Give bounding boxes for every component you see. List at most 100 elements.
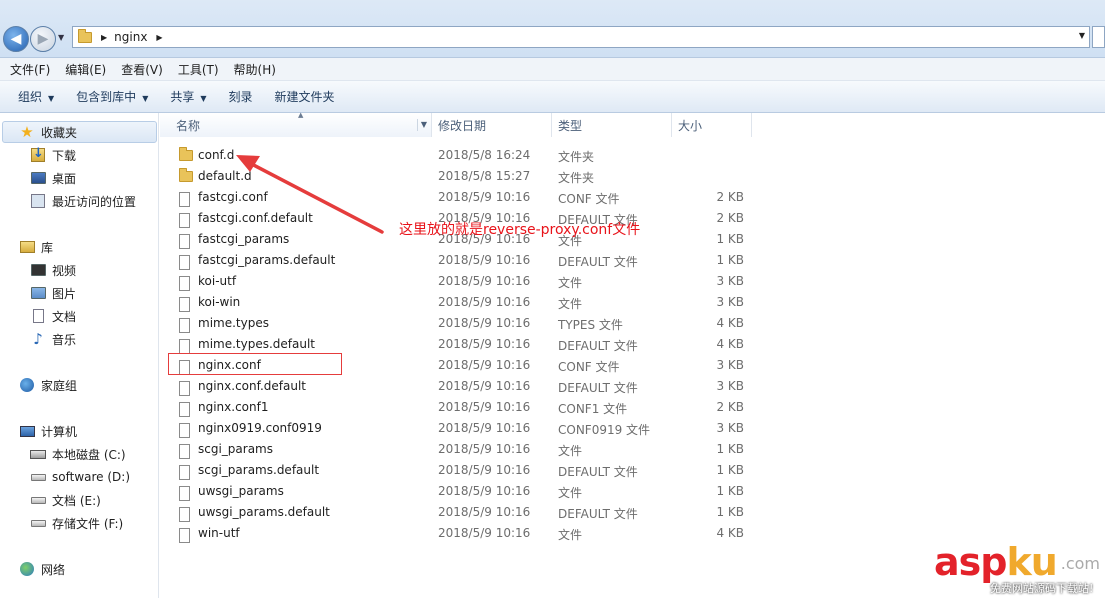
file-name: mime.types.default xyxy=(198,337,316,351)
organize-label: 组织 xyxy=(18,90,43,104)
file-date: 2018/5/9 10:16 xyxy=(438,442,531,456)
sidebar-item-network[interactable]: 网络 xyxy=(19,559,65,579)
file-row[interactable]: nginx0919.conf0919 2018/5/9 10:16 CONF0919… xyxy=(160,418,760,439)
file-row[interactable]: mime.types.default 2018/5/9 10:16 DEFAULT … xyxy=(160,334,760,355)
file-row[interactable]: fastcgi_params.default 2018/5/9 10:16 DEFA… xyxy=(160,250,760,271)
file-name: uwsgi_params.default xyxy=(198,505,330,519)
file-size: 4 KB xyxy=(716,316,744,330)
sidebar-item-libraries[interactable]: 库 xyxy=(19,237,53,257)
file-icon xyxy=(179,234,190,249)
file-row[interactable]: nginx.conf.default 2018/5/9 10:16 DEFAULT … xyxy=(160,376,760,397)
address-bar-edge xyxy=(1092,26,1105,48)
sidebar-item-drive-c[interactable]: 本地磁盘 (C:) xyxy=(30,444,126,464)
file-row[interactable]: uwsgi_params 2018/5/9 10:16 文件 1 KB xyxy=(160,481,760,502)
breadcrumb-chevron-icon[interactable]: ▶ xyxy=(156,33,162,42)
forward-button[interactable]: ▶ xyxy=(30,26,56,52)
file-row[interactable]: koi-utf 2018/5/9 10:16 文件 3 KB xyxy=(160,271,760,292)
sidebar-item-label: 存储文件 (F:) xyxy=(52,516,124,531)
file-icon xyxy=(179,339,190,354)
file-row[interactable]: win-utf 2018/5/9 10:16 文件 4 KB xyxy=(160,523,760,544)
file-row[interactable]: uwsgi_params.default 2018/5/9 10:16 DEFAUL… xyxy=(160,502,760,523)
sidebar-item-documents[interactable]: 文档 xyxy=(30,306,76,326)
file-type: 文件 xyxy=(558,276,583,290)
file-date: 2018/5/9 10:16 xyxy=(438,526,531,540)
sidebar-item-downloads[interactable]: 下载 xyxy=(30,145,76,165)
chevron-down-icon: ▼ xyxy=(200,94,207,103)
sidebar-item-label: 图片 xyxy=(52,286,77,301)
column-header-name[interactable]: ▲ 名称 ▼ xyxy=(160,111,432,137)
chevron-down-icon: ▼ xyxy=(142,94,149,103)
file-size: 1 KB xyxy=(716,505,744,519)
file-row[interactable]: koi-win 2018/5/9 10:16 文件 3 KB xyxy=(160,292,760,313)
column-filter-dropdown-icon[interactable]: ▼ xyxy=(416,119,427,131)
sidebar-item-drive-f[interactable]: 存储文件 (F:) xyxy=(30,513,123,533)
file-size: 1 KB xyxy=(716,232,744,246)
column-header-row: ▲ 名称 ▼ 修改日期 类型 大小 xyxy=(160,111,752,137)
file-size: 1 KB xyxy=(716,484,744,498)
file-row[interactable]: mime.types 2018/5/9 10:16 TYPES 文件 4 KB xyxy=(160,313,760,334)
file-date: 2018/5/9 10:16 xyxy=(438,253,531,267)
sidebar-item-videos[interactable]: 视频 xyxy=(30,260,76,280)
new-folder-button[interactable]: 新建文件夹 xyxy=(275,88,335,105)
sidebar-item-label: 桌面 xyxy=(52,171,77,186)
picture-icon xyxy=(30,287,46,299)
watermark-logo-asp: asp xyxy=(934,540,1007,584)
sort-ascending-icon: ▲ xyxy=(298,111,304,119)
sidebar-item-drive-e[interactable]: 文档 (E:) xyxy=(30,490,101,510)
sidebar-item-label: 最近访问的位置 xyxy=(52,194,137,209)
file-date: 2018/5/9 10:16 xyxy=(438,337,531,351)
file-size: 2 KB xyxy=(716,211,744,225)
column-header-date[interactable]: 修改日期 xyxy=(432,113,552,137)
organize-button[interactable]: 组织 ▼ xyxy=(18,88,54,105)
file-date: 2018/5/8 16:24 xyxy=(438,148,531,162)
column-header-size[interactable]: 大小 xyxy=(672,113,752,137)
navigation-pane: ★ 收藏夹 下载 桌面 最近访问的位置 库 视频 图片 文档 ♪ 音乐 家庭组 … xyxy=(0,113,159,598)
sidebar-item-recent-places[interactable]: 最近访问的位置 xyxy=(30,191,136,211)
breadcrumb-nginx[interactable]: nginx xyxy=(114,30,147,44)
burn-button[interactable]: 刻录 xyxy=(229,88,253,105)
sidebar-item-homegroup[interactable]: 家庭组 xyxy=(19,375,77,395)
menu-edit[interactable]: 编辑(E) xyxy=(65,61,106,78)
sidebar-item-pictures[interactable]: 图片 xyxy=(30,283,76,303)
address-path-box[interactable]: ▶ nginx ▶ ▼ xyxy=(72,26,1090,48)
address-history-dropdown-icon[interactable]: ▼ xyxy=(1079,31,1085,40)
menu-help[interactable]: 帮助(H) xyxy=(234,61,276,78)
drive-icon xyxy=(30,519,46,527)
desktop-icon xyxy=(30,172,46,184)
share-label: 共享 xyxy=(170,90,195,104)
sidebar-item-drive-d[interactable]: software (D:) xyxy=(30,467,130,487)
breadcrumb-chevron-icon[interactable]: ▶ xyxy=(101,33,107,42)
back-arrow-icon: ◀ xyxy=(10,31,22,47)
menu-file[interactable]: 文件(F) xyxy=(10,61,50,78)
sidebar-item-favorites[interactable]: ★ 收藏夹 xyxy=(2,121,157,143)
sidebar-item-label: software (D:) xyxy=(52,470,130,484)
include-in-library-button[interactable]: 包含到库中 ▼ xyxy=(76,88,148,105)
share-button[interactable]: 共享 ▼ xyxy=(170,88,206,105)
column-header-type[interactable]: 类型 xyxy=(552,113,672,137)
homegroup-icon xyxy=(20,378,34,392)
music-note-icon: ♪ xyxy=(33,330,43,348)
file-icon xyxy=(179,444,190,459)
menu-tools[interactable]: 工具(T) xyxy=(178,61,219,78)
sidebar-item-label: 收藏夹 xyxy=(41,125,78,140)
recent-pages-dropdown-icon[interactable]: ▼ xyxy=(58,33,64,42)
file-type: CONF1 文件 xyxy=(558,402,628,416)
file-size: 3 KB xyxy=(716,421,744,435)
menu-view[interactable]: 查看(V) xyxy=(121,61,163,78)
recent-places-icon xyxy=(31,194,45,208)
file-type: 文件 xyxy=(558,486,583,500)
sidebar-item-desktop[interactable]: 桌面 xyxy=(30,168,76,188)
file-name: koi-win xyxy=(198,295,241,309)
back-button[interactable]: ◀ xyxy=(3,26,29,52)
system-drive-icon xyxy=(30,449,46,459)
folder-icon xyxy=(179,168,193,182)
sidebar-item-computer[interactable]: 计算机 xyxy=(19,421,77,441)
file-row[interactable]: scgi_params.default 2018/5/9 10:16 DEFAULT… xyxy=(160,460,760,481)
annotation-arrow-icon xyxy=(236,155,384,234)
file-name: win-utf xyxy=(198,526,240,540)
sidebar-item-music[interactable]: ♪ 音乐 xyxy=(30,329,76,349)
file-row[interactable]: nginx.conf1 2018/5/9 10:16 CONF1 文件 2 KB xyxy=(160,397,760,418)
file-row[interactable]: scgi_params 2018/5/9 10:16 文件 1 KB xyxy=(160,439,760,460)
file-date: 2018/5/9 10:16 xyxy=(438,358,531,372)
file-size: 4 KB xyxy=(716,526,744,540)
